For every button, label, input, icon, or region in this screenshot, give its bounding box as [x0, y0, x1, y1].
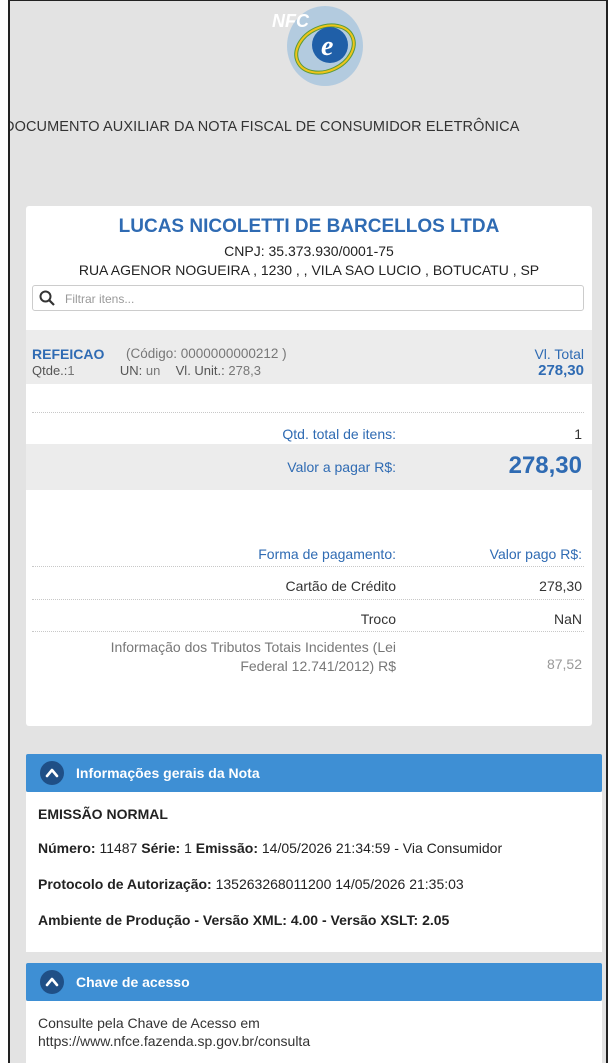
troco-value: NaN	[553, 611, 582, 627]
tributos-value: 87,52	[546, 656, 582, 672]
valor-pagar-label: Valor a pagar R$:	[287, 459, 396, 475]
filter-items-input[interactable]	[63, 289, 567, 309]
qtd-total-label: Qtd. total de itens:	[282, 426, 396, 442]
emissao-label: Emissão:	[195, 840, 258, 856]
divider	[32, 599, 584, 600]
numero-value: 11487	[99, 840, 138, 856]
item-details: Qtde.:1 UN: un Vl. Unit.: 278,3	[32, 363, 261, 378]
valor-pago-label: Valor pago R$:	[489, 546, 582, 562]
item-row[interactable]: REFEICAO (Código: 0000000000212 ) Qtde.:…	[26, 330, 592, 384]
tributos-label: Informação dos Tributos Totais Incidente…	[66, 638, 396, 676]
company-cnpj: CNPJ: 35.373.930/0001-75	[224, 243, 394, 259]
collapse-button[interactable]	[40, 761, 64, 785]
emissao-tipo: EMISSÃO NORMAL	[38, 806, 168, 822]
protocolo-value: 135263268011200 14/05/2026 21:35:03	[215, 876, 464, 892]
chave-line1: Consulte pela Chave de Acesso em	[38, 1015, 260, 1031]
item-total-value: 278,30	[538, 362, 584, 379]
company-name: LUCAS NICOLETTI DE BARCELLOS LTDA	[118, 216, 500, 237]
info-panel-body: EMISSÃO NORMAL Número: 11487 Série: 1 Em…	[26, 792, 602, 952]
serie-label: Série:	[141, 840, 181, 856]
nota-numero-line: Número: 11487 Série: 1 Emissão: 14/05/20…	[38, 840, 502, 856]
receipt-page: e NFC DOCUMENTO AUXILIAR DA NOTA FISCAL …	[8, 0, 608, 1063]
item-qty-label: Qtde.:	[32, 363, 68, 378]
protocolo-label: Protocolo de Autorização:	[38, 876, 212, 892]
qtd-total-value: 1	[574, 426, 582, 442]
valor-pagar-value: 278,30	[508, 452, 582, 479]
payment-method-value: 278,30	[539, 578, 582, 594]
receipt-card: LUCAS NICOLETTI DE BARCELLOS LTDA CNPJ: …	[26, 206, 592, 726]
chave-panel-header[interactable]: Chave de acesso	[26, 963, 602, 1001]
numero-label: Número:	[38, 840, 96, 856]
chave-consulta-link[interactable]: https://www.nfce.fazenda.sp.gov.br/consu…	[38, 1033, 310, 1049]
divider	[32, 412, 584, 413]
item-qty-value: 1	[67, 363, 75, 378]
divider	[32, 566, 584, 567]
item-unit-label: Vl. Unit.:	[175, 363, 225, 378]
item-total-label: Vl. Total	[534, 346, 584, 362]
chave-panel-title: Chave de acesso	[76, 974, 190, 990]
svg-text:e: e	[321, 31, 333, 62]
item-name: REFEICAO	[32, 346, 105, 362]
emissao-value: 14/05/2026 21:34:59 - Via Consumidor	[261, 840, 503, 856]
ambiente-line: Ambiente de Produção - Versão XML: 4.00 …	[38, 912, 450, 928]
tributos-line1: Informação dos Tributos Totais Incidente…	[110, 639, 396, 655]
company-address: RUA AGENOR NOGUEIRA , 1230 , , VILA SAO …	[78, 262, 540, 278]
item-un-value: un	[145, 363, 161, 378]
troco-label: Troco	[360, 611, 396, 627]
item-un-label: UN:	[119, 363, 143, 378]
filter-items-box[interactable]	[32, 285, 584, 311]
item-code: (Código: 0000000000212 )	[126, 346, 287, 361]
info-panel-header[interactable]: Informações gerais da Nota	[26, 754, 602, 792]
valor-pagar-band: Valor a pagar R$: 278,30	[26, 444, 592, 490]
forma-pagamento-label: Forma de pagamento:	[258, 546, 396, 562]
svg-text:NFC: NFC	[272, 11, 310, 31]
collapse-button[interactable]	[40, 970, 64, 994]
payment-method: Cartão de Crédito	[285, 578, 396, 594]
serie-value: 1	[184, 840, 192, 856]
protocolo-line: Protocolo de Autorização: 13526326801120…	[38, 876, 464, 892]
search-icon	[39, 290, 55, 306]
chevron-up-icon	[45, 768, 59, 778]
document-title: DOCUMENTO AUXILIAR DA NOTA FISCAL DE CON…	[8, 119, 520, 135]
info-panel-title: Informações gerais da Nota	[76, 765, 260, 781]
tributos-line2: Federal 12.741/2012) R$	[240, 658, 396, 674]
chevron-up-icon	[45, 977, 59, 987]
nfce-logo: e NFC	[230, 1, 390, 101]
chave-panel-body: Consulte pela Chave de Acesso em https:/…	[26, 1001, 602, 1063]
item-unit-value: 278,3	[228, 363, 261, 378]
divider	[32, 631, 584, 632]
